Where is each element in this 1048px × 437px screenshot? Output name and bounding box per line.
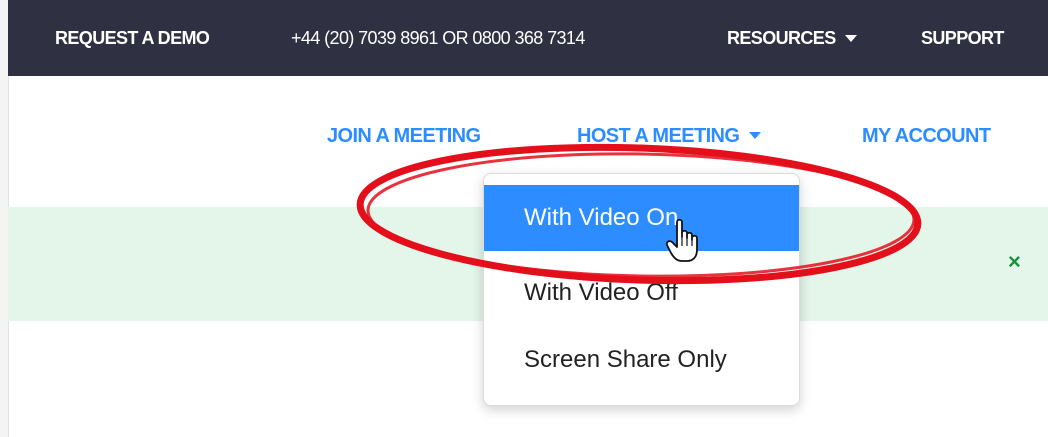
my-account-link[interactable]: MY ACCOUNT: [862, 125, 991, 148]
menu-item-screen-share-only[interactable]: Screen Share Only: [484, 327, 799, 393]
chevron-down-icon: [749, 132, 762, 140]
support-link[interactable]: SUPPORT: [921, 0, 1004, 76]
chevron-down-icon: [844, 34, 857, 42]
resources-menu[interactable]: RESOURCES: [727, 0, 857, 76]
resources-label: RESOURCES: [727, 28, 836, 48]
join-meeting-link[interactable]: JOIN A MEETING: [327, 125, 481, 148]
menu-item-with-video-on[interactable]: With Video On: [484, 185, 799, 251]
menu-item-label: With Video Off: [524, 279, 678, 306]
menu-item-with-video-off[interactable]: With Video Off: [484, 260, 799, 326]
request-demo-link[interactable]: REQUEST A DEMO: [55, 0, 210, 76]
close-icon[interactable]: ×: [1008, 251, 1021, 273]
host-meeting-dropdown: With Video On With Video Off Screen Shar…: [483, 173, 800, 406]
phone-number-link[interactable]: +44 (20) 7039 8961 OR 0800 368 7314: [291, 0, 585, 76]
host-meeting-menu[interactable]: HOST A MEETING: [577, 125, 762, 148]
menu-item-label: With Video On: [524, 204, 679, 231]
menu-item-label: Screen Share Only: [524, 346, 727, 373]
top-utility-bar: REQUEST A DEMO +44 (20) 7039 8961 OR 080…: [8, 0, 1048, 76]
host-meeting-label: HOST A MEETING: [577, 125, 740, 147]
